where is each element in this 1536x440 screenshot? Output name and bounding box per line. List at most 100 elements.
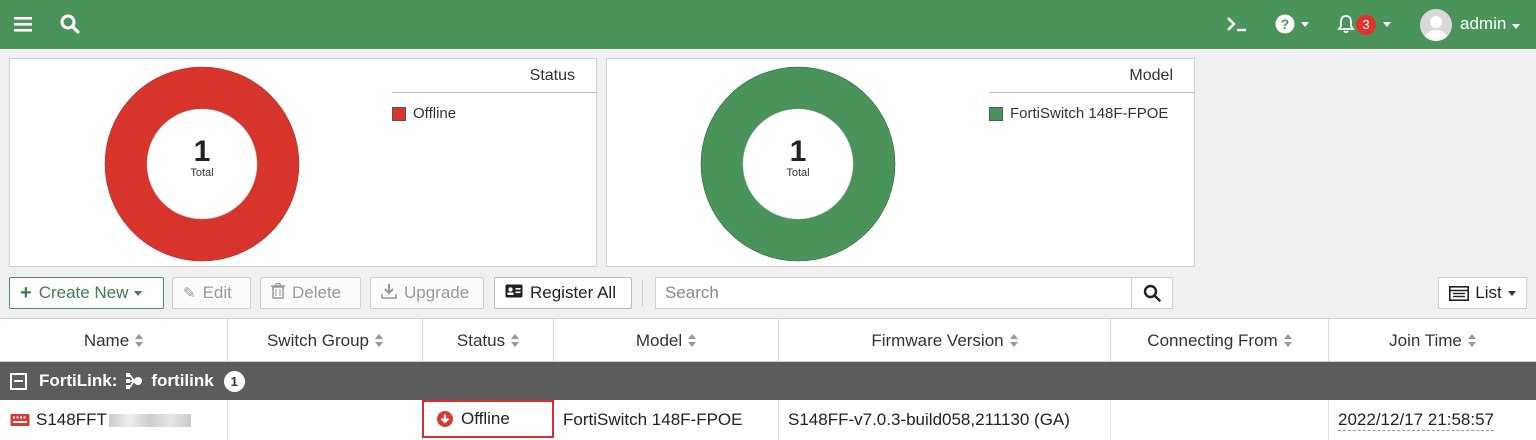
donut-total-value: 1 — [789, 135, 807, 168]
chevron-down-icon — [134, 290, 143, 296]
column-label: Join Time — [1389, 330, 1462, 350]
search-button[interactable] — [1131, 277, 1173, 309]
status-chart-widget: 1 Total Status Offline — [9, 58, 597, 267]
bell-icon[interactable] — [1335, 12, 1357, 36]
user-menu[interactable]: admin — [1460, 14, 1521, 34]
chevron-down-icon — [1383, 21, 1391, 27]
column-header-join-time[interactable]: Join Time — [1329, 319, 1536, 362]
help-menu[interactable]: ? — [1273, 12, 1311, 36]
view-mode-label: List — [1475, 283, 1502, 302]
cell-name[interactable]: S148FFT — [0, 400, 228, 440]
sort-icon — [688, 333, 697, 348]
legend-swatch — [392, 106, 406, 121]
cell-status[interactable]: Offline — [422, 400, 554, 438]
donut-center: 1 Total — [162, 135, 242, 180]
delete-button[interactable]: Delete — [260, 277, 361, 309]
donut-center: 1 Total — [758, 135, 838, 180]
create-new-label: Create New — [38, 283, 129, 302]
column-header-model[interactable]: Model — [554, 319, 779, 362]
table-header: Name Switch Group Status Model Firmware … — [0, 318, 1536, 362]
status-text: Offline — [461, 409, 510, 428]
id-card-icon — [505, 284, 523, 302]
cell-firmware-version: S148FF-v7.0.3-build058,211130 (GA) — [779, 400, 1111, 440]
column-header-firmware-version[interactable]: Firmware Version — [779, 319, 1111, 362]
column-header-name[interactable]: Name — [0, 319, 228, 362]
fortilink-group-row[interactable]: FortiLink: fortilink 1 — [0, 362, 1536, 400]
list-view-icon — [1449, 285, 1470, 301]
terminal-icon[interactable] — [1225, 12, 1249, 36]
cell-switch-group — [228, 400, 423, 440]
cell-join-time: 2022/12/17 21:58:57 — [1329, 400, 1536, 440]
upgrade-button[interactable]: Upgrade — [370, 277, 484, 309]
redacted-serial — [108, 413, 191, 427]
legend-divider — [989, 92, 1195, 93]
table-row[interactable]: S148FFT FortiSwitch 148F-FPOE S148FF-v7.… — [0, 400, 1536, 440]
column-label: Switch Group — [266, 330, 370, 350]
avatar[interactable] — [1420, 9, 1452, 41]
cell-connecting-from — [1111, 400, 1329, 440]
legend-divider — [392, 92, 597, 93]
edit-button[interactable]: ✎ Edit — [172, 277, 251, 309]
donut-total-label: Total — [190, 167, 214, 179]
column-label: Model — [635, 330, 683, 350]
sort-icon — [375, 333, 384, 348]
notifications-dropdown[interactable] — [1380, 12, 1394, 36]
column-label: Status — [456, 330, 506, 350]
notification-badge[interactable]: 3 — [1356, 15, 1376, 35]
switch-icon — [10, 413, 30, 427]
chevron-down-icon — [1512, 24, 1521, 29]
pencil-icon: ✎ — [183, 285, 196, 302]
search-icon[interactable] — [59, 12, 81, 36]
help-circle-icon: ? — [1275, 14, 1295, 34]
plus-icon: + — [20, 281, 32, 304]
register-all-button[interactable]: Register All — [494, 277, 632, 309]
search-input[interactable]: Search — [655, 277, 1132, 309]
join-time-value: 2022/12/17 21:58:57 — [1338, 409, 1494, 431]
create-new-button[interactable]: + Create New — [9, 277, 164, 309]
toolbar-divider — [642, 280, 643, 306]
search-icon — [1143, 284, 1161, 302]
donut-total-value: 1 — [193, 135, 211, 168]
model-chart-widget: 1 Total Model FortiSwitch 148F-FPOE — [606, 58, 1195, 267]
svg-text:?: ? — [1281, 16, 1290, 32]
column-label: Connecting From — [1147, 330, 1278, 350]
donut-total-label: Total — [786, 167, 810, 179]
collapse-icon[interactable] — [10, 372, 27, 390]
register-all-label: Register All — [530, 283, 616, 302]
group-name: fortilink — [151, 371, 214, 390]
column-label: Firmware Version — [871, 330, 1004, 350]
hamburger-icon[interactable] — [13, 12, 33, 36]
legend-title: Model — [1129, 67, 1173, 84]
upgrade-label: Upgrade — [404, 283, 470, 302]
trash-icon — [271, 282, 285, 303]
legend-title: Status — [529, 67, 575, 84]
column-label: Name — [83, 330, 130, 350]
column-header-switch-group[interactable]: Switch Group — [228, 319, 423, 362]
group-label: FortiLink: — [39, 371, 118, 390]
offline-down-icon — [437, 411, 453, 427]
user-name: admin — [1460, 14, 1507, 33]
delete-label: Delete — [292, 283, 342, 302]
chevron-down-icon — [1507, 290, 1516, 296]
edit-label: Edit — [202, 283, 232, 302]
switch-name: S148FFT — [36, 410, 107, 429]
column-header-connecting-from[interactable]: Connecting From — [1111, 319, 1329, 362]
legend-label: FortiSwitch 148F-FPOE — [1010, 105, 1169, 122]
sort-icon — [135, 333, 144, 348]
fortilink-icon — [125, 372, 143, 390]
chevron-down-icon — [1301, 21, 1309, 27]
group-count-badge: 1 — [223, 370, 245, 392]
legend-swatch — [989, 106, 1003, 121]
download-icon — [381, 283, 397, 303]
legend-item-offline[interactable]: Offline — [392, 105, 456, 122]
sort-icon — [1467, 333, 1476, 348]
legend-label: Offline — [413, 105, 457, 122]
sort-icon — [1009, 333, 1018, 348]
sort-icon — [511, 333, 520, 348]
top-navigation-bar: ? 3 admin — [0, 0, 1536, 49]
legend-item-fortiswitch[interactable]: FortiSwitch 148F-FPOE — [989, 105, 1168, 122]
sort-icon — [1283, 333, 1292, 348]
cell-model: FortiSwitch 148F-FPOE — [554, 400, 779, 440]
view-mode-dropdown[interactable]: List — [1438, 277, 1527, 309]
column-header-status[interactable]: Status — [423, 319, 554, 362]
